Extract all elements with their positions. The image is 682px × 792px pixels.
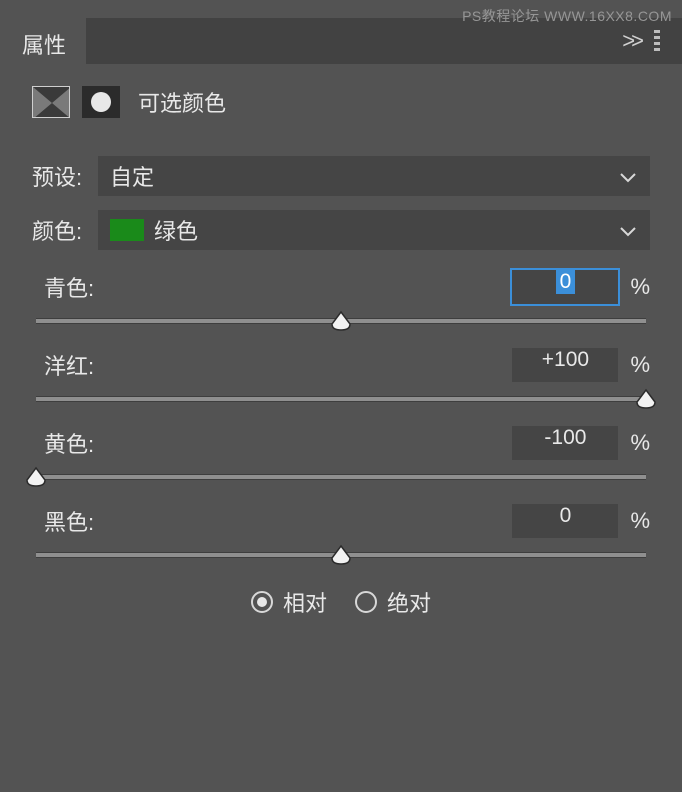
- method-row: 相对 绝对: [32, 586, 650, 618]
- slider-cyan: 青色: 0 %: [32, 270, 650, 324]
- radio-dot: [257, 597, 267, 607]
- black-slider-thumb[interactable]: [330, 544, 352, 566]
- percent-label: %: [630, 508, 650, 534]
- preset-value: 自定: [110, 160, 154, 192]
- tab-properties[interactable]: 属性: [0, 18, 86, 64]
- radio-circle-icon: [355, 591, 377, 613]
- radio-relative-label: 相对: [283, 586, 327, 618]
- radio-relative[interactable]: 相对: [251, 586, 327, 618]
- watermark-text: PS教程论坛 WWW.16XX8.COM: [462, 6, 672, 26]
- color-swatch: [110, 219, 144, 241]
- black-value-input[interactable]: 0: [512, 504, 618, 538]
- collapse-icon[interactable]: >>: [622, 28, 640, 54]
- chevron-down-icon: [620, 163, 636, 189]
- selective-color-icon[interactable]: [32, 86, 70, 118]
- yellow-slider-track[interactable]: [36, 474, 646, 480]
- yellow-value-input[interactable]: -100: [512, 426, 618, 460]
- colors-row: 颜色: 绿色: [32, 210, 650, 250]
- magenta-slider-track[interactable]: [36, 396, 646, 402]
- cyan-slider-thumb[interactable]: [330, 310, 352, 332]
- radio-circle-icon: [251, 591, 273, 613]
- preset-label: 预设:: [32, 160, 98, 192]
- magenta-label: 洋红:: [32, 349, 94, 381]
- colors-dropdown[interactable]: 绿色: [98, 210, 650, 250]
- magenta-value-input[interactable]: +100: [512, 348, 618, 382]
- magenta-slider-thumb[interactable]: [635, 388, 657, 410]
- adjustment-title: 可选颜色: [138, 86, 226, 118]
- yellow-label: 黄色:: [32, 427, 94, 459]
- percent-label: %: [630, 274, 650, 300]
- black-label: 黑色:: [32, 505, 94, 537]
- colors-label: 颜色:: [32, 214, 98, 246]
- black-slider-track[interactable]: [36, 552, 646, 558]
- adjustment-header: 可选颜色: [0, 64, 682, 136]
- preset-row: 预设: 自定: [32, 156, 650, 196]
- preset-dropdown[interactable]: 自定: [98, 156, 650, 196]
- cyan-value-input[interactable]: 0: [512, 270, 618, 304]
- cyan-label: 青色:: [32, 271, 94, 303]
- layer-mask-icon[interactable]: [82, 86, 120, 118]
- slider-magenta: 洋红: +100 %: [32, 348, 650, 402]
- percent-label: %: [630, 430, 650, 456]
- cyan-slider-track[interactable]: [36, 318, 646, 324]
- radio-absolute-label: 绝对: [387, 586, 431, 618]
- percent-label: %: [630, 352, 650, 378]
- radio-absolute[interactable]: 绝对: [355, 586, 431, 618]
- yellow-slider-thumb[interactable]: [25, 466, 47, 488]
- panel-menu-icon[interactable]: [654, 30, 660, 52]
- panel-content: 预设: 自定 颜色: 绿色 青色: 0 %: [0, 136, 682, 618]
- colors-value: 绿色: [154, 214, 198, 246]
- slider-black: 黑色: 0 %: [32, 504, 650, 558]
- chevron-down-icon: [620, 217, 636, 243]
- slider-yellow: 黄色: -100 %: [32, 426, 650, 480]
